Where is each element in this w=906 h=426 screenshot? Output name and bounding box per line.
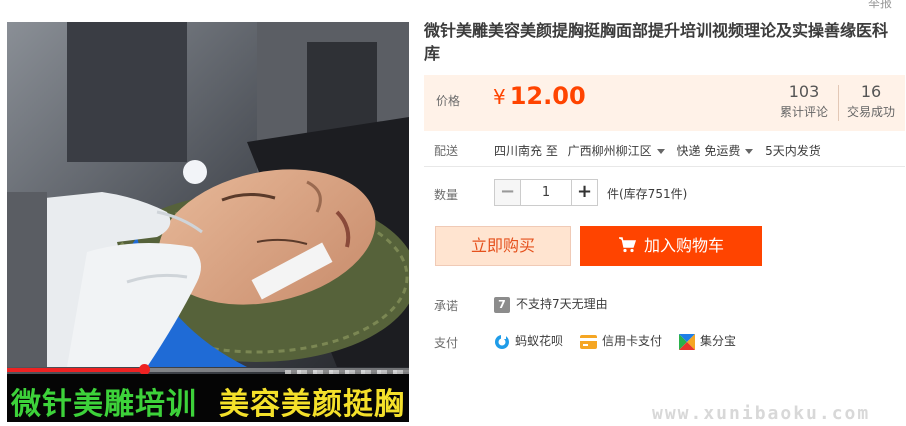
buy-now-button[interactable]: 立即购买 <box>435 226 571 266</box>
price-amount: 12.00 <box>509 82 586 110</box>
credit-card-icon <box>580 334 597 349</box>
review-count-number: 103 <box>788 82 820 101</box>
payment-jifenbao-label: 集分宝 <box>700 334 737 348</box>
shipping-method-select[interactable]: 快递 免运费 <box>677 142 762 159</box>
payment-credit-card-label: 信用卡支付 <box>602 334 663 348</box>
promise-label: 承诺 <box>434 299 459 313</box>
site-watermark: www.xunibaoku.com <box>652 403 871 424</box>
shipping-origin: 四川南充 至 <box>494 144 558 158</box>
caption-text-left: 微针美雕培训 <box>11 387 197 422</box>
video-progress-fill <box>7 368 144 372</box>
price-label: 价格 <box>436 94 461 108</box>
quantity-label: 数量 <box>434 188 459 202</box>
jifenbao-icon <box>679 333 695 350</box>
review-count-label: 累计评论 <box>779 105 828 119</box>
shipping-destination-value: 广西柳州柳江区 <box>567 144 652 158</box>
caption-text-right: 美容美颜挺胸 <box>219 387 405 422</box>
delivery-time: 5天内发货 <box>765 144 821 158</box>
chevron-down-icon <box>656 149 665 154</box>
shipping-info: 四川南充 至 广西柳州柳江区 快递 免运费 5天内发货 <box>494 142 821 159</box>
product-title: 微针美雕美容美颜提胸挺胸面部提升培训视频理论及实操善缘医科库 <box>424 21 889 63</box>
promise-text: 不支持7天无理由 <box>516 297 608 311</box>
payment-huabei[interactable]: 蚂蚁花呗 <box>494 332 563 350</box>
promise-info[interactable]: 7 不支持7天无理由 <box>494 295 608 313</box>
sales-count-label: 交易成功 <box>846 105 895 119</box>
shipping-method-value: 快递 免运费 <box>676 144 741 158</box>
section-divider <box>424 166 905 167</box>
quantity-increase-button[interactable]: + <box>571 179 598 206</box>
payment-jifenbao[interactable]: 集分宝 <box>679 332 736 350</box>
quantity-input[interactable] <box>520 179 572 206</box>
shipping-label: 配送 <box>434 144 459 158</box>
payment-huabei-label: 蚂蚁花呗 <box>515 334 564 348</box>
sales-count-stat: 16 交易成功 <box>837 82 905 122</box>
payment-credit-card[interactable]: 信用卡支付 <box>580 332 662 349</box>
add-to-cart-button[interactable]: 加入购物车 <box>580 226 762 266</box>
price-panel: 价格 ¥12.00 103 累计评论 16 交易成功 <box>424 75 905 131</box>
product-photo-illustration <box>7 22 409 422</box>
product-video[interactable]: 微针美雕培训 美容美颜挺胸 <box>7 22 409 422</box>
cart-icon <box>618 237 636 253</box>
quantity-decrease-button[interactable]: − <box>494 179 521 206</box>
shipping-destination-select[interactable]: 广西柳州柳江区 <box>568 142 673 159</box>
payment-label: 支付 <box>434 336 459 350</box>
report-link[interactable]: 举报 <box>868 0 892 11</box>
seven-day-icon: 7 <box>494 296 510 313</box>
review-count-stat[interactable]: 103 累计评论 <box>770 82 838 122</box>
add-to-cart-label: 加入购物车 <box>643 236 724 255</box>
price-value: ¥12.00 <box>493 82 586 110</box>
sales-count-number: 16 <box>860 82 882 101</box>
price-currency: ¥ <box>493 85 506 109</box>
video-caption-bar: 微针美雕培训 美容美颜挺胸 <box>7 374 409 422</box>
stock-info: 件(库存751件) <box>607 187 688 201</box>
huabei-icon <box>495 333 509 349</box>
chevron-down-icon <box>745 149 754 154</box>
